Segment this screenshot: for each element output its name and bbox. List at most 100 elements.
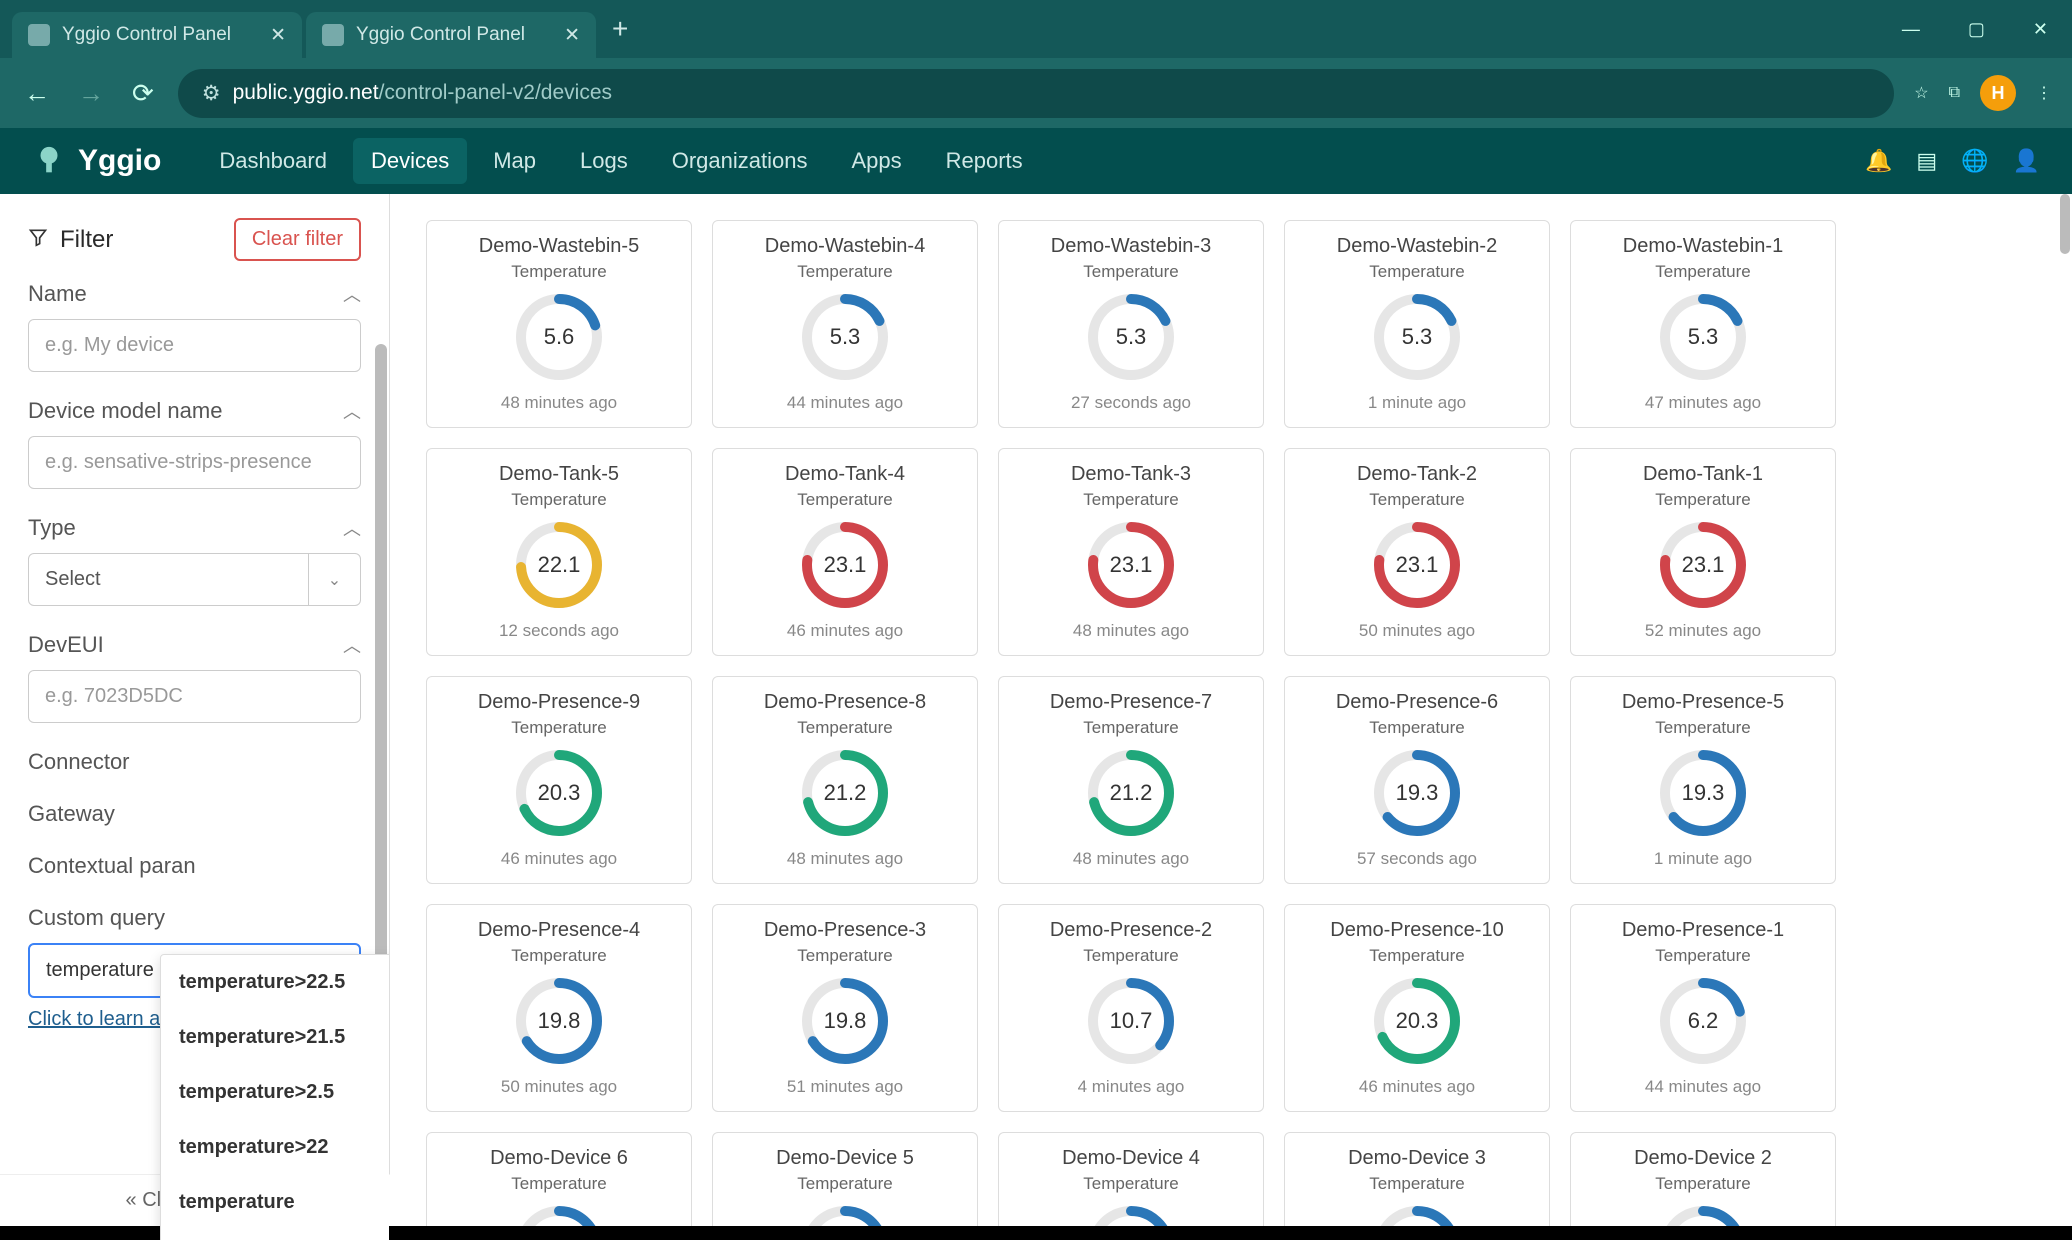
nav-item-reports[interactable]: Reports [928, 138, 1041, 184]
device-card[interactable]: Demo-Device 6Temperature7 [426, 1132, 692, 1240]
reload-icon[interactable]: ⟳ [128, 74, 158, 113]
device-metric: Temperature [797, 1174, 892, 1194]
autocomplete-item[interactable]: temperature>22 [161, 1120, 390, 1175]
device-card[interactable]: Demo-Presence-3Temperature19.851 minutes… [712, 904, 978, 1112]
filter-gateway-label[interactable]: Gateway [28, 801, 361, 827]
device-card[interactable]: Demo-Tank-5Temperature22.112 seconds ago [426, 448, 692, 656]
device-card[interactable]: Demo-Presence-4Temperature19.850 minutes… [426, 904, 692, 1112]
nav-item-devices[interactable]: Devices [353, 138, 467, 184]
device-card[interactable]: Demo-Device 5Temperature7 [712, 1132, 978, 1240]
device-card[interactable]: Demo-Presence-8Temperature21.248 minutes… [712, 676, 978, 884]
minimize-icon[interactable]: — [1890, 11, 1932, 48]
device-card[interactable]: Demo-Wastebin-5Temperature5.648 minutes … [426, 220, 692, 428]
device-card[interactable]: Demo-Device 3Temperature7 [1284, 1132, 1550, 1240]
profile-avatar[interactable]: H [1980, 75, 2016, 111]
nav-item-map[interactable]: Map [475, 138, 554, 184]
device-timestamp: 27 seconds ago [1071, 393, 1191, 413]
user-icon[interactable]: 👤 [2013, 148, 2040, 174]
device-card[interactable]: Demo-Device 2Temperature7 [1570, 1132, 1836, 1240]
new-tab-button[interactable]: + [600, 13, 640, 45]
back-icon[interactable]: ← [20, 74, 54, 113]
nav-item-apps[interactable]: Apps [833, 138, 919, 184]
autocomplete-item[interactable]: temperature>22.5 [161, 955, 390, 1010]
autocomplete-item[interactable]: temperature>21.5 [161, 1010, 390, 1065]
autocomplete-item[interactable]: temperature>23 [161, 1230, 390, 1240]
filter-type-label[interactable]: Type ︿ [28, 515, 361, 541]
device-card[interactable]: Demo-Tank-3Temperature23.148 minutes ago [998, 448, 1264, 656]
device-card[interactable]: Demo-Tank-1Temperature23.152 minutes ago [1570, 448, 1836, 656]
device-name: Demo-Presence-5 [1622, 691, 1784, 714]
device-card[interactable]: Demo-Tank-2Temperature23.150 minutes ago [1284, 448, 1550, 656]
device-card[interactable]: Demo-Wastebin-1Temperature5.347 minutes … [1570, 220, 1836, 428]
device-name: Demo-Tank-1 [1643, 463, 1763, 486]
browser-tab[interactable]: Yggio Control Panel ✕ [306, 12, 596, 58]
forward-icon[interactable]: → [74, 74, 108, 113]
filter-deveui-label[interactable]: DevEUI ︿ [28, 632, 361, 658]
menu-icon[interactable]: ⋮ [2036, 83, 2052, 103]
deveui-input[interactable] [28, 670, 361, 723]
temperature-gauge: 20.3 [512, 746, 606, 840]
filter-custom-query-label: Custom query [28, 905, 361, 931]
close-icon[interactable]: ✕ [564, 24, 580, 47]
brand-logo[interactable]: Yggio [32, 144, 161, 178]
device-card[interactable]: Demo-Presence-7Temperature21.248 minutes… [998, 676, 1264, 884]
maximize-icon[interactable]: ▢ [1956, 11, 1997, 48]
select-value: Select [28, 553, 309, 606]
clear-filter-button[interactable]: Clear filter [234, 218, 361, 261]
filter-connector-label[interactable]: Connector [28, 749, 361, 775]
device-name: Demo-Wastebin-5 [479, 235, 639, 258]
model-input[interactable] [28, 436, 361, 489]
type-select[interactable]: Select ⌄ [28, 553, 361, 606]
chevron-up-icon: ︿ [343, 515, 361, 541]
device-name: Demo-Presence-9 [478, 691, 640, 714]
name-input[interactable] [28, 319, 361, 372]
bookmark-icon[interactable]: ☆ [1914, 83, 1928, 103]
filter-gateway-section: Gateway [28, 801, 361, 827]
device-card[interactable]: Demo-Wastebin-2Temperature5.31 minute ag… [1284, 220, 1550, 428]
gauge-value: 5.6 [544, 324, 575, 350]
close-icon[interactable]: ✕ [270, 24, 286, 47]
filter-contextual-label[interactable]: Contextual paran [28, 853, 361, 879]
device-metric: Temperature [1083, 1174, 1178, 1194]
device-name: Demo-Presence-4 [478, 919, 640, 942]
device-card[interactable]: Demo-Presence-5Temperature19.31 minute a… [1570, 676, 1836, 884]
temperature-gauge: 20.3 [1370, 974, 1464, 1068]
scrollbar-thumb[interactable] [375, 344, 387, 1024]
device-name: Demo-Device 5 [776, 1147, 914, 1170]
device-card[interactable]: Demo-Wastebin-3Temperature5.327 seconds … [998, 220, 1264, 428]
device-card[interactable]: Demo-Presence-10Temperature20.346 minute… [1284, 904, 1550, 1112]
gauge-value: 21.2 [1110, 780, 1153, 806]
device-card[interactable]: Demo-Presence-9Temperature20.346 minutes… [426, 676, 692, 884]
book-icon[interactable]: ▤ [1916, 148, 1937, 174]
filter-model-label[interactable]: Device model name ︿ [28, 398, 361, 424]
globe-icon[interactable]: 🌐 [1961, 148, 1988, 174]
chevron-down-icon[interactable]: ⌄ [309, 553, 361, 606]
bell-icon[interactable]: 🔔 [1865, 148, 1892, 174]
url-input[interactable]: ⚙ public.yggio.net/control-panel-v2/devi… [178, 69, 1894, 118]
browser-tab-active[interactable]: Yggio Control Panel ✕ [12, 12, 302, 58]
label-text: Custom query [28, 905, 165, 931]
temperature-gauge: 5.6 [512, 290, 606, 384]
close-window-icon[interactable]: ✕ [2021, 11, 2060, 48]
device-timestamp: 48 minutes ago [1073, 621, 1189, 641]
temperature-gauge: 23.1 [798, 518, 892, 612]
nav-item-organizations[interactable]: Organizations [654, 138, 826, 184]
autocomplete-item[interactable]: temperature>2.5 [161, 1065, 390, 1120]
filter-name-label[interactable]: Name ︿ [28, 281, 361, 307]
device-metric: Temperature [1083, 262, 1178, 282]
nav-item-dashboard[interactable]: Dashboard [201, 138, 345, 184]
device-card[interactable]: Demo-Device 4Temperature7.2 [998, 1132, 1264, 1240]
nav-item-logs[interactable]: Logs [562, 138, 646, 184]
device-card[interactable]: Demo-Wastebin-4Temperature5.344 minutes … [712, 220, 978, 428]
device-card[interactable]: Demo-Presence-2Temperature10.74 minutes … [998, 904, 1264, 1112]
device-card[interactable]: Demo-Tank-4Temperature23.146 minutes ago [712, 448, 978, 656]
device-timestamp: 1 minute ago [1368, 393, 1466, 413]
autocomplete-item[interactable]: temperature [161, 1175, 390, 1230]
device-card[interactable]: Demo-Presence-6Temperature19.357 seconds… [1284, 676, 1550, 884]
extensions-icon[interactable]: ⧉ [1949, 84, 1960, 102]
content-scrollbar-thumb[interactable] [2060, 194, 2070, 254]
device-metric: Temperature [1369, 262, 1464, 282]
site-settings-icon[interactable]: ⚙ [202, 81, 221, 106]
device-card[interactable]: Demo-Presence-1Temperature6.244 minutes … [1570, 904, 1836, 1112]
device-name: Demo-Presence-3 [764, 919, 926, 942]
